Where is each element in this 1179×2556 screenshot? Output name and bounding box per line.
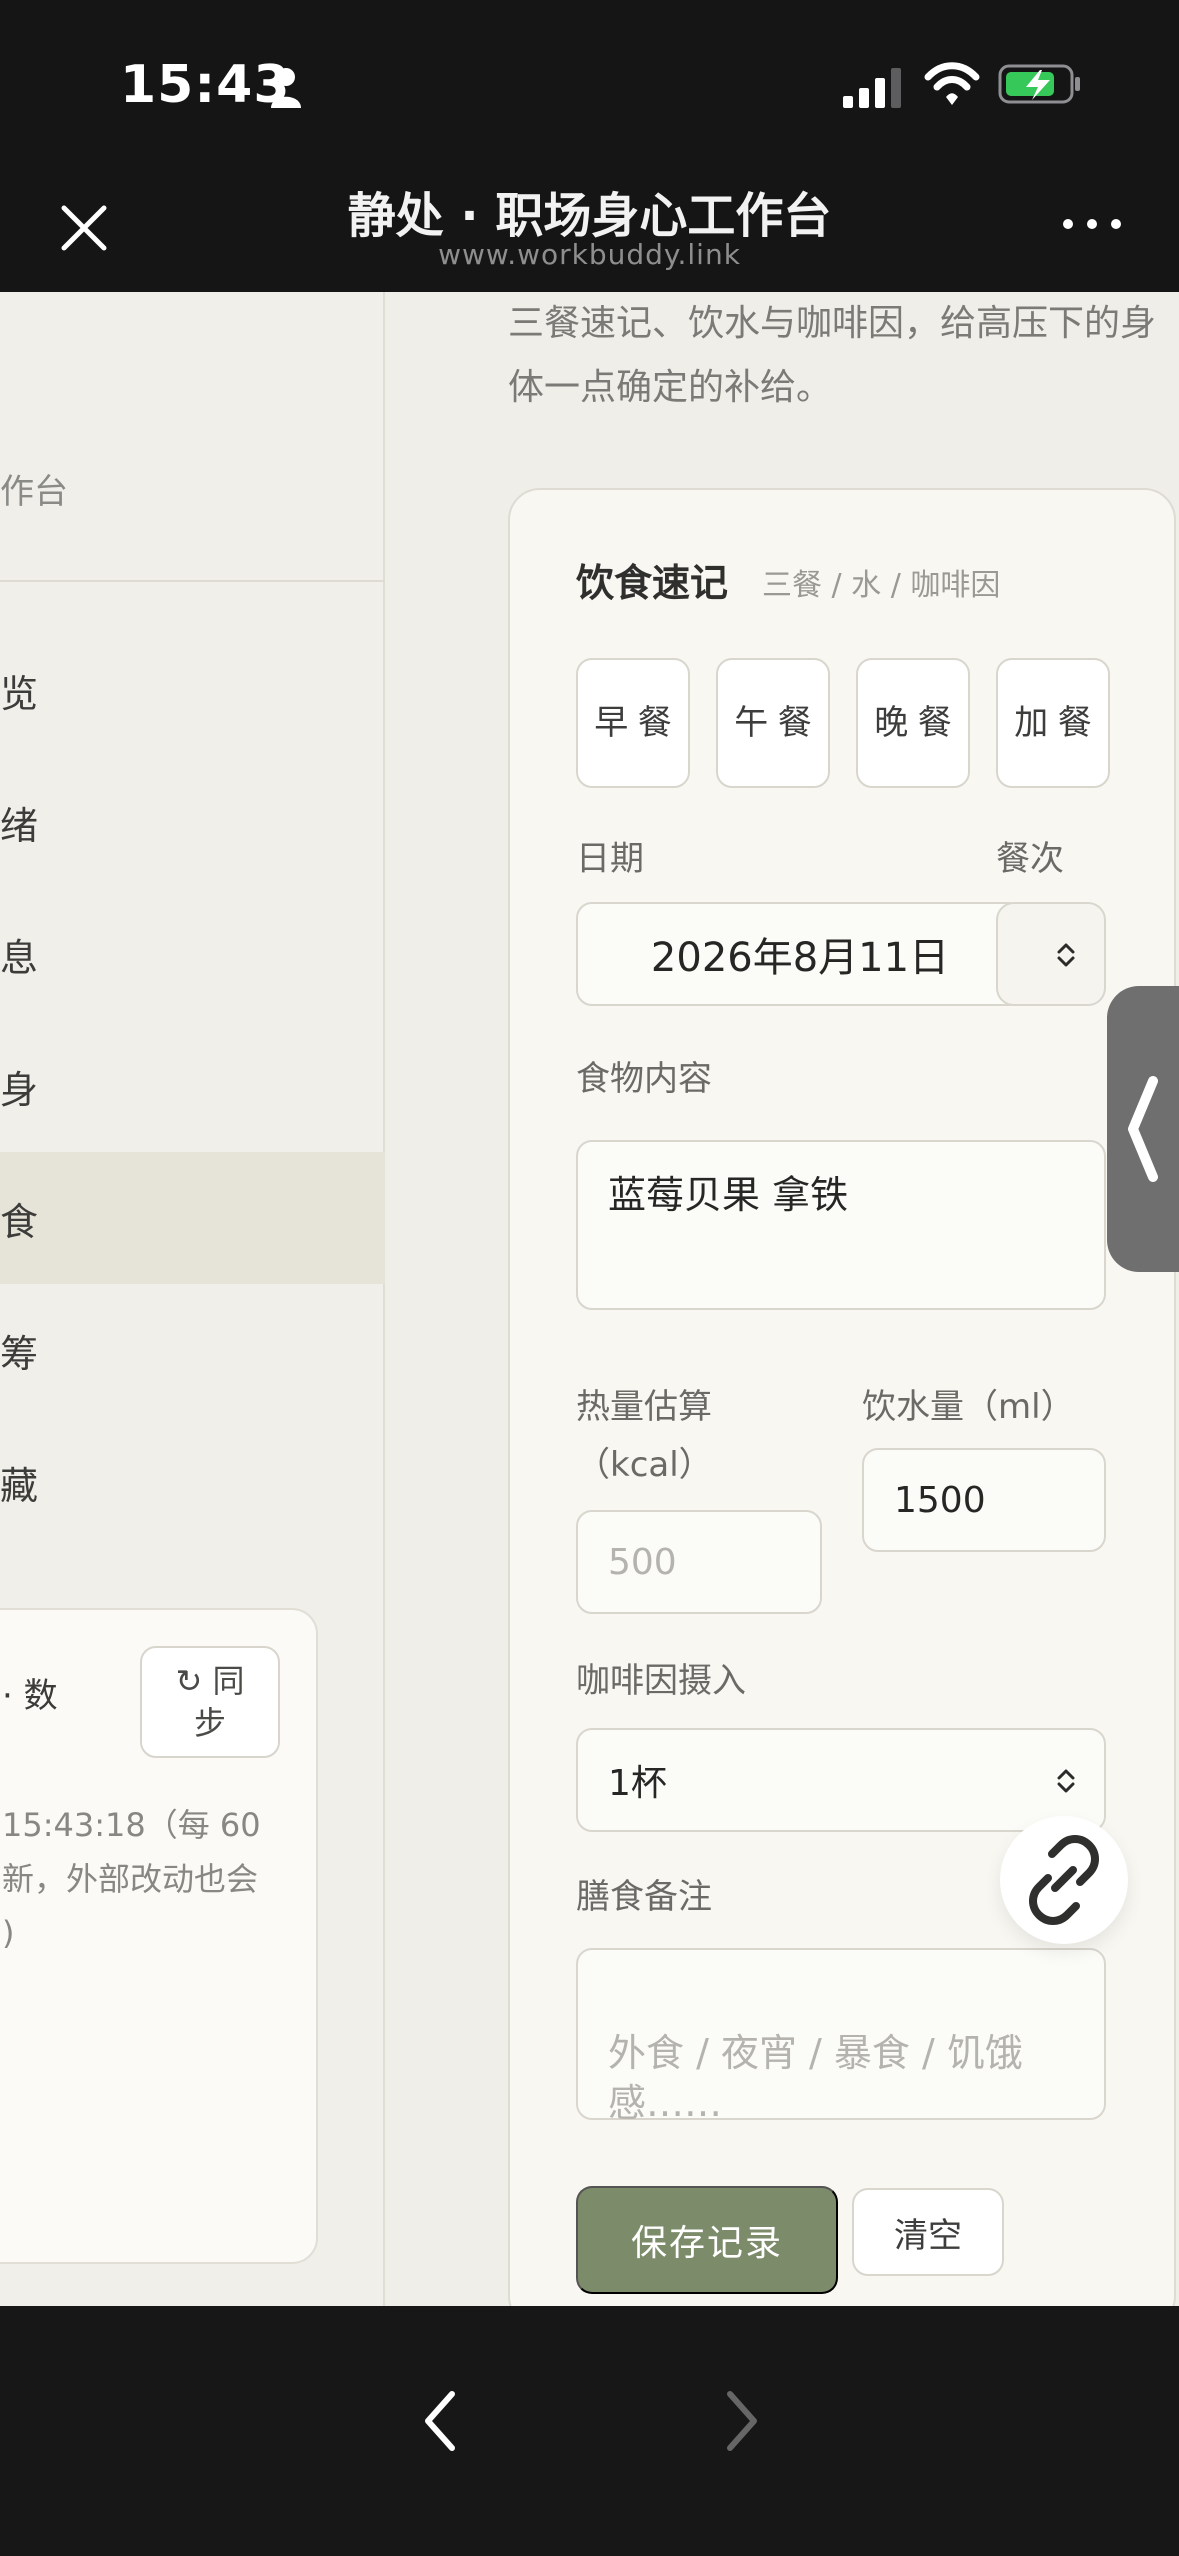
meal-type-select[interactable] [996,902,1106,1006]
food-content-textarea[interactable]: 蓝莓贝果 拿铁 [576,1140,1106,1310]
browser-title: 静处 · 职场身心工作台 [347,188,832,244]
more-icon[interactable] [1060,212,1124,236]
sidebar-item-overview[interactable]: 览 [0,624,385,756]
card-subtitle: 三餐 / 水 / 咖啡因 [762,568,1001,603]
caffeine-label: 咖啡因摄入 [576,1661,746,1701]
meal-button-snack[interactable]: 加 餐 [996,658,1110,788]
date-input[interactable]: 2026年8月11日 [576,902,1024,1006]
calories-input[interactable]: 500 [576,1510,822,1614]
caffeine-value: 1杯 [608,1763,667,1804]
calories-placeholder: 500 [608,1541,677,1583]
sidebar-item-label: 览 [0,671,39,716]
water-label: 饮水量（ml） [862,1387,1075,1427]
sidebar-item-label: 身 [0,1067,39,1112]
sidebar-divider [0,580,385,582]
card-title: 饮食速记 [576,561,729,605]
food-content-value: 蓝莓贝果 拿铁 [608,1173,849,1217]
water-input[interactable]: 1500 [862,1448,1106,1552]
forward-icon[interactable] [722,2386,762,2456]
browser-bottom-bar [0,2306,1179,2556]
sidebar-item-label: 藏 [0,1463,39,1508]
sync-title: · 数 [2,1676,58,1716]
sidebar-item-rest[interactable]: 息 [0,888,385,1020]
chevron-left-icon [1128,1076,1158,1182]
drawer-handle[interactable] [1107,986,1179,1272]
sidebar-item-label: 筹 [0,1331,39,1376]
sync-status-text: 15:43:18（每 60 新，外部改动也会 ) [2,1806,261,1952]
browser-top-bar: 15:43 静处 · 职场身心工作台 www.workbuddy.link [0,0,1179,292]
sidebar-item-food[interactable]: 食 [0,1152,385,1284]
meal-type-label: 餐次 [996,839,1064,879]
sidebar-brand: 作台 [0,472,68,512]
sidebar-item-body[interactable]: 身 [0,1020,385,1152]
water-value: 1500 [894,1479,986,1521]
select-chevron-icon [1057,1769,1075,1793]
sync-button[interactable]: ↻ 同 步 [140,1646,280,1758]
notes-label: 膳食备注 [576,1877,712,1917]
page-content: 作台 览 绪 息 身 食 筹 藏 · 数 ↻ 同 步 15:43:18（每 60… [0,292,1179,2306]
select-chevron-icon [1057,943,1075,967]
sidebar-item-plan[interactable]: 筹 [0,1284,385,1416]
sidebar-item-label: 绪 [0,803,39,848]
food-log-card: 饮食速记 三餐 / 水 / 咖啡因 早 餐 午 餐 晚 餐 加 餐 日期 餐次 … [508,488,1176,2306]
signal-icon [843,68,901,108]
sidebar-item-collection[interactable]: 藏 [0,1416,385,1548]
sync-card: · 数 ↻ 同 步 15:43:18（每 60 新，外部改动也会 ) [0,1608,318,2264]
browser-url: www.workbuddy.link [438,238,741,271]
notes-placeholder: 外食 / 夜宵 / 暴食 / 饥饿 感…… [608,2031,1023,2125]
sidebar: 作台 览 绪 息 身 食 筹 藏 · 数 ↻ 同 步 15:43:18（每 60… [0,292,385,2306]
sidebar-item-label: 食 [0,1199,39,1244]
meal-button-breakfast[interactable]: 早 餐 [576,658,690,788]
link-icon [1029,1835,1099,1925]
save-button[interactable]: 保存记录 [576,2186,838,2294]
person-icon [271,68,301,108]
meal-button-dinner[interactable]: 晚 餐 [856,658,970,788]
clear-button[interactable]: 清空 [852,2188,1004,2276]
notes-textarea[interactable]: 外食 / 夜宵 / 暴食 / 饥饿 感…… [576,1948,1106,2125]
date-label: 日期 [576,839,644,879]
date-value: 2026年8月11日 [650,935,950,981]
sidebar-item-label: 息 [0,935,39,980]
back-icon[interactable] [420,2386,460,2456]
status-time: 15:43 [120,55,291,115]
food-content-label: 食物内容 [576,1059,712,1099]
sidebar-item-mood[interactable]: 绪 [0,756,385,888]
copy-link-button[interactable] [1000,1816,1128,1944]
meal-button-lunch[interactable]: 午 餐 [716,658,830,788]
battery-icon [998,64,1080,104]
section-intro: 三餐速记、饮水与咖啡因，给高压下的身体一点确定的补给。 [508,303,1157,408]
calories-label: 热量估算 （kcal） [576,1387,713,1485]
wifi-icon [924,62,980,105]
mobile-screen: 15:43 静处 · 职场身心工作台 www.workbuddy.link 作台… [0,0,1179,2556]
